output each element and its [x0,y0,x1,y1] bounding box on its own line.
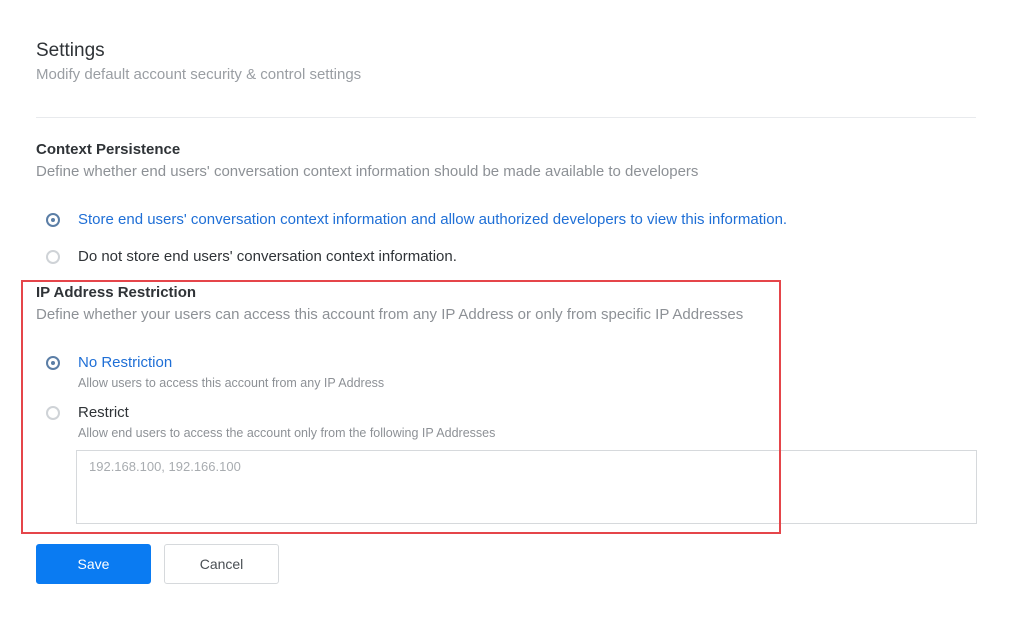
ip-restriction-description: Define whether your users can access thi… [36,306,744,323]
radio-hint: Allow end users to access the account on… [78,426,496,440]
radio-no-restriction[interactable]: No Restriction Allow users to access thi… [46,354,384,390]
divider [36,117,976,118]
radio-do-not-store-context[interactable]: Do not store end users' conversation con… [46,248,457,266]
page-subtitle: Modify default account security & contro… [36,66,362,83]
cancel-button[interactable]: Cancel [164,544,279,584]
radio-checked-icon[interactable] [46,356,60,370]
radio-store-context[interactable]: Store end users' conversation context in… [46,211,787,229]
context-persistence-description: Define whether end users' conversation c… [36,163,699,180]
page-title: Settings [36,40,105,61]
radio-hint: Allow users to access this account from … [78,376,385,390]
ip-restriction-title: IP Address Restriction [36,284,197,301]
save-button[interactable]: Save [36,544,151,584]
radio-unchecked-icon[interactable] [46,250,60,264]
radio-label: Store end users' conversation context in… [78,211,788,228]
radio-unchecked-icon[interactable] [46,406,60,420]
context-persistence-title: Context Persistence [36,141,181,158]
radio-checked-icon[interactable] [46,213,60,227]
radio-restrict[interactable]: Restrict Allow end users to access the a… [46,404,495,440]
radio-label: Do not store end users' conversation con… [78,248,457,265]
radio-label: Restrict [78,404,129,421]
ip-address-input[interactable] [76,450,977,524]
radio-label: No Restriction [78,354,173,371]
